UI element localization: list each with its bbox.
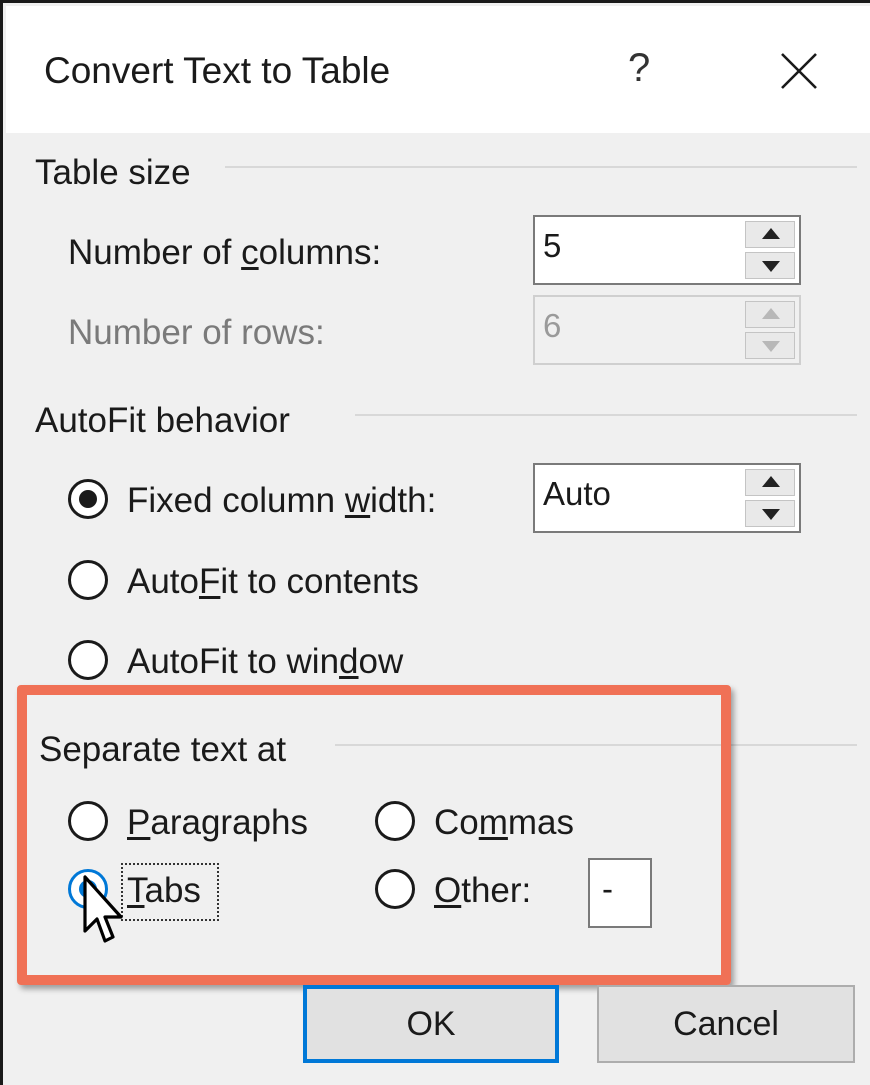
paragraphs-radio[interactable] — [68, 801, 108, 841]
commas-radio[interactable] — [375, 801, 415, 841]
fixed-width-spinner[interactable]: Auto — [533, 463, 801, 533]
rows-label: Number of rows: — [68, 313, 325, 352]
fixed-width-increment-button[interactable] — [745, 469, 795, 496]
separate-text-group-title: Separate text at — [39, 730, 287, 769]
help-button[interactable]: ? — [628, 46, 650, 91]
cancel-button[interactable]: Cancel — [597, 985, 855, 1063]
fixed-column-width-label[interactable]: Fixed column width: — [127, 481, 436, 521]
columns-value[interactable]: 5 — [543, 227, 561, 265]
mouse-pointer-icon — [83, 875, 123, 943]
autofit-contents-label[interactable]: AutoFit to contents — [127, 562, 419, 602]
autofit-window-radio[interactable] — [68, 640, 108, 680]
rows-spinner: 6 — [533, 295, 801, 365]
paragraphs-label[interactable]: Paragraphs — [127, 803, 308, 843]
dialog-title: Convert Text to Table — [44, 50, 391, 91]
rows-increment-button — [745, 301, 795, 328]
fixed-width-decrement-button[interactable] — [745, 500, 795, 527]
radio-selected-dot — [79, 490, 97, 508]
other-radio[interactable] — [375, 869, 415, 909]
columns-label: Number of columns: — [68, 233, 382, 272]
rows-decrement-button — [745, 332, 795, 359]
table-size-group-title: Table size — [35, 153, 191, 192]
autofit-group-title: AutoFit behavior — [35, 401, 290, 440]
autofit-window-label[interactable]: AutoFit to window — [127, 642, 403, 682]
columns-decrement-button[interactable] — [745, 252, 795, 279]
columns-spinner[interactable]: 5 — [533, 215, 801, 285]
rows-value: 6 — [543, 307, 562, 344]
autofit-divider — [355, 414, 857, 416]
separate-text-divider — [335, 744, 857, 746]
fixed-width-value[interactable]: Auto — [543, 475, 611, 513]
commas-label[interactable]: Commas — [434, 803, 574, 843]
close-icon[interactable] — [776, 48, 822, 94]
title-bar: Convert Text to Table ? — [6, 6, 870, 133]
other-label[interactable]: Other: — [434, 871, 531, 911]
tabs-label[interactable]: Tabs — [127, 871, 201, 911]
ok-button[interactable]: OK — [303, 985, 559, 1063]
fixed-column-width-radio[interactable] — [68, 479, 108, 519]
convert-text-to-table-dialog: Convert Text to Table ? Table size Numbe… — [0, 0, 870, 1085]
autofit-contents-radio[interactable] — [68, 560, 108, 600]
other-separator-input[interactable]: - — [588, 858, 652, 928]
other-separator-value[interactable]: - — [602, 870, 613, 908]
table-size-divider — [225, 166, 857, 168]
columns-increment-button[interactable] — [745, 221, 795, 248]
